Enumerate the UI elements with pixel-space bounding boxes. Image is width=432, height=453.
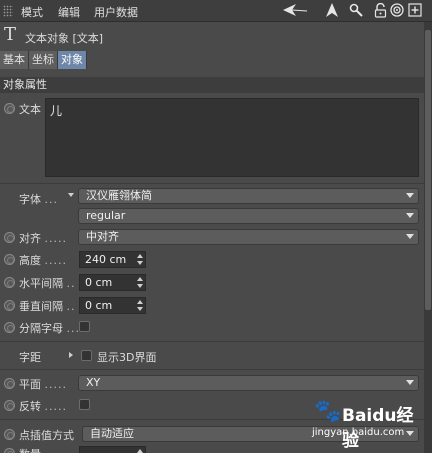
search-icon[interactable] bbox=[348, 2, 364, 18]
align-value: 中对齐 bbox=[86, 230, 119, 243]
show3d-label: 显示3D界面 bbox=[97, 351, 157, 364]
page-title: 文本对象 [文本] bbox=[25, 32, 104, 45]
text-object-icon: T bbox=[4, 24, 17, 45]
font-family-value: 汉仪雁翎体简 bbox=[86, 189, 152, 202]
font-family-dropdown[interactable]: 汉仪雁翎体简 bbox=[78, 188, 419, 204]
text-label: 文本 bbox=[19, 103, 41, 116]
grip-icon[interactable] bbox=[3, 5, 13, 17]
menu-mode[interactable]: 模式 bbox=[21, 4, 43, 20]
h-spacing-value: 0 cm bbox=[85, 276, 113, 289]
count-anim-radio[interactable] bbox=[4, 448, 15, 453]
tab-coord[interactable]: 坐标 bbox=[29, 51, 58, 69]
divider bbox=[0, 369, 424, 370]
plane-label-text: 平面 bbox=[19, 378, 41, 391]
divider bbox=[0, 183, 424, 184]
font-label-text: 字体 bbox=[19, 193, 41, 206]
font-style-dropdown[interactable]: regular bbox=[78, 208, 419, 224]
align-label-text: 对齐 bbox=[19, 232, 41, 245]
kerning-expander-icon[interactable] bbox=[69, 352, 73, 358]
menu-edit[interactable]: 编辑 bbox=[58, 4, 80, 20]
stepper-arrows-icon[interactable] bbox=[137, 277, 143, 288]
separate-anim-radio[interactable] bbox=[4, 322, 15, 333]
font-style-value: regular bbox=[86, 209, 126, 222]
tab-basic[interactable]: 基本 bbox=[0, 51, 29, 69]
height-value: 240 cm bbox=[85, 253, 127, 266]
height-anim-radio[interactable] bbox=[4, 254, 15, 265]
cursor-arrow-icon[interactable] bbox=[324, 2, 340, 18]
font-label-dots: ... bbox=[44, 193, 58, 206]
divider bbox=[0, 341, 424, 342]
back-arrow-icon[interactable] bbox=[282, 2, 308, 18]
reverse-label: 反转 ..... bbox=[19, 398, 67, 414]
plane-anim-radio[interactable] bbox=[4, 378, 15, 389]
v-spacing-label: 垂直间隔 .. bbox=[19, 298, 76, 314]
watermark-brand: Baidu经验 bbox=[342, 406, 414, 451]
watermark-url: jingyan.baidu.com bbox=[312, 427, 405, 438]
v-spacing-label-dots: .. bbox=[66, 300, 76, 313]
v-spacing-field[interactable]: 0 cm bbox=[79, 297, 146, 314]
menu-user-data[interactable]: 用户数据 bbox=[94, 4, 138, 20]
align-dropdown[interactable]: 中对齐 bbox=[78, 229, 419, 245]
count-field[interactable] bbox=[79, 446, 146, 453]
interp-anim-radio[interactable] bbox=[4, 429, 15, 440]
tab-bar: 基本 坐标 对象 bbox=[0, 51, 87, 69]
count-label: 数量 bbox=[19, 446, 41, 453]
height-field[interactable]: 240 cm bbox=[79, 251, 146, 268]
h-spacing-label-text: 水平间隔 bbox=[19, 277, 63, 290]
interp-label: 点插值方式 bbox=[19, 429, 74, 442]
separate-letters-checkbox[interactable] bbox=[79, 321, 90, 332]
h-spacing-label-dots: .. bbox=[66, 277, 76, 290]
height-label-dots: ..... bbox=[44, 254, 67, 267]
stepper-arrows-icon[interactable] bbox=[137, 300, 143, 311]
text-input[interactable]: 儿 bbox=[45, 98, 419, 177]
text-anim-radio[interactable] bbox=[4, 103, 15, 114]
stepper-arrows-icon[interactable] bbox=[137, 449, 143, 453]
h-spacing-label: 水平间隔 .. bbox=[19, 275, 76, 291]
v-spacing-anim-radio[interactable] bbox=[4, 300, 15, 311]
plane-label: 平面 ..... bbox=[19, 376, 67, 392]
height-label: 高度 ..... bbox=[19, 252, 67, 268]
show3d-checkbox[interactable] bbox=[81, 350, 92, 361]
reverse-label-text: 反转 bbox=[19, 400, 41, 413]
separate-label-text: 分隔字母 bbox=[19, 322, 63, 335]
v-spacing-value: 0 cm bbox=[85, 299, 113, 312]
tab-object[interactable]: 对象 bbox=[58, 51, 87, 69]
paw-icon: 🐾 bbox=[314, 399, 342, 424]
reverse-label-dots: ..... bbox=[44, 400, 67, 413]
stepper-arrows-icon[interactable] bbox=[137, 254, 143, 265]
chevron-down-icon bbox=[406, 193, 414, 198]
plane-label-dots: ..... bbox=[44, 378, 67, 391]
chevron-down-icon bbox=[406, 213, 414, 218]
scrollbar-thumb[interactable] bbox=[425, 30, 431, 310]
align-label: 对齐 ..... bbox=[19, 230, 67, 246]
reverse-anim-radio[interactable] bbox=[4, 400, 15, 411]
new-panel-icon[interactable] bbox=[407, 2, 423, 18]
v-spacing-label-text: 垂直间隔 bbox=[19, 300, 63, 313]
reverse-checkbox[interactable] bbox=[79, 399, 90, 410]
chevron-down-icon bbox=[406, 380, 414, 385]
font-expander-icon[interactable] bbox=[68, 193, 74, 197]
plane-value: XY bbox=[86, 376, 101, 389]
object-title: T 文本对象 [文本] bbox=[0, 24, 432, 48]
font-label: 字体 ... bbox=[19, 191, 58, 207]
section-title: 对象属性 bbox=[0, 77, 424, 93]
plane-dropdown[interactable]: XY bbox=[78, 375, 419, 391]
height-label-text: 高度 bbox=[19, 254, 41, 267]
h-spacing-field[interactable]: 0 cm bbox=[79, 274, 146, 291]
chevron-down-icon bbox=[406, 234, 414, 239]
watermark: 🐾 Baidu经验 jingyan.baidu.com bbox=[310, 393, 430, 451]
interp-value: 自动适应 bbox=[90, 427, 134, 440]
separate-label-dots: ... bbox=[66, 322, 80, 335]
menu-bar: 模式 编辑 用户数据 bbox=[0, 0, 432, 22]
lock-icon[interactable] bbox=[372, 2, 388, 18]
align-anim-radio[interactable] bbox=[4, 232, 15, 243]
separate-label: 分隔字母 ... bbox=[19, 320, 80, 336]
h-spacing-anim-radio[interactable] bbox=[4, 277, 15, 288]
kerning-label: 字距 bbox=[19, 351, 41, 364]
align-label-dots: ..... bbox=[44, 232, 67, 245]
target-icon[interactable] bbox=[389, 2, 405, 18]
